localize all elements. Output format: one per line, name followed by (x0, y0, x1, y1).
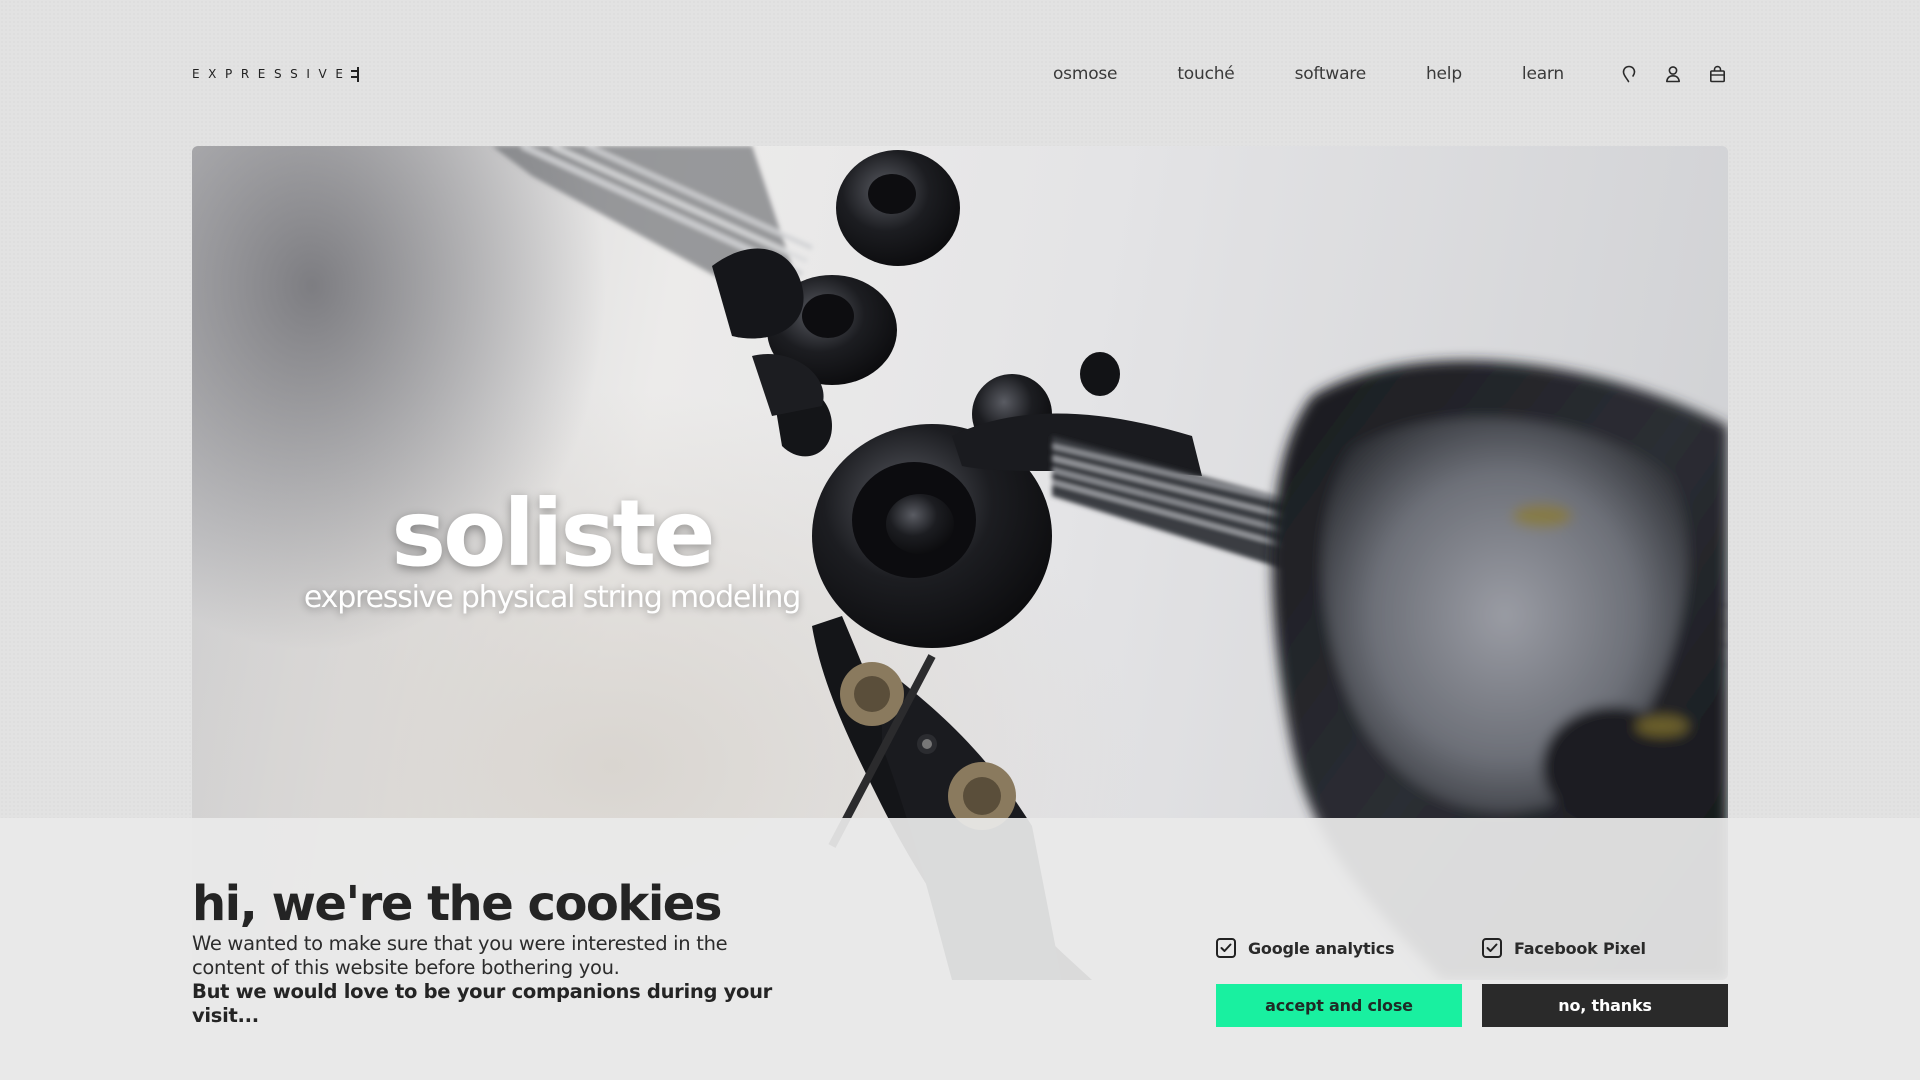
cookie-options: Google analytics Facebook Pixel (1216, 938, 1728, 962)
google-analytics-label: Google analytics (1248, 938, 1395, 958)
no-thanks-button[interactable]: no, thanks (1482, 984, 1728, 1027)
nav-link-learn[interactable]: learn (1522, 64, 1564, 84)
user-icon[interactable] (1662, 63, 1684, 85)
facebook-pixel-label: Facebook Pixel (1514, 938, 1646, 958)
logo[interactable]: EXPRESSIVE (192, 66, 359, 82)
location-pin-icon[interactable] (1618, 63, 1640, 85)
cookie-body: We wanted to make sure that you were int… (192, 932, 728, 979)
cookie-strong-text: But we would love to be your companions … (192, 980, 773, 1027)
checkmark-icon (1220, 943, 1232, 952)
google-analytics-checkbox[interactable] (1216, 938, 1236, 958)
hero-subtitle: expressive physical string modeling (303, 580, 801, 615)
google-analytics-option[interactable]: Google analytics (1216, 938, 1395, 958)
logo-mark-icon (350, 66, 359, 82)
nav-link-help[interactable]: help (1426, 64, 1462, 84)
main-nav: osmose touché software help learn (1053, 63, 1728, 85)
site-header: EXPRESSIVE osmose touché software help l… (192, 58, 1728, 90)
hero-title: soliste (391, 480, 715, 587)
nav-icons (1618, 63, 1728, 85)
cookie-banner: hi, we're the cookies We wanted to make … (0, 818, 1920, 1080)
accept-and-close-button[interactable]: accept and close (1216, 984, 1462, 1027)
nav-link-software[interactable]: software (1295, 64, 1367, 84)
nav-link-osmose[interactable]: osmose (1053, 64, 1118, 84)
cookie-text: hi, we're the cookies We wanted to make … (192, 878, 792, 1028)
facebook-pixel-checkbox[interactable] (1482, 938, 1502, 958)
facebook-pixel-option[interactable]: Facebook Pixel (1482, 938, 1646, 958)
nav-link-touche[interactable]: touché (1177, 64, 1234, 84)
logo-text: EXPRESSIVE (192, 67, 352, 81)
cookie-title: hi, we're the cookies (192, 876, 722, 932)
checkmark-icon (1486, 943, 1498, 952)
bag-icon[interactable] (1706, 63, 1728, 85)
